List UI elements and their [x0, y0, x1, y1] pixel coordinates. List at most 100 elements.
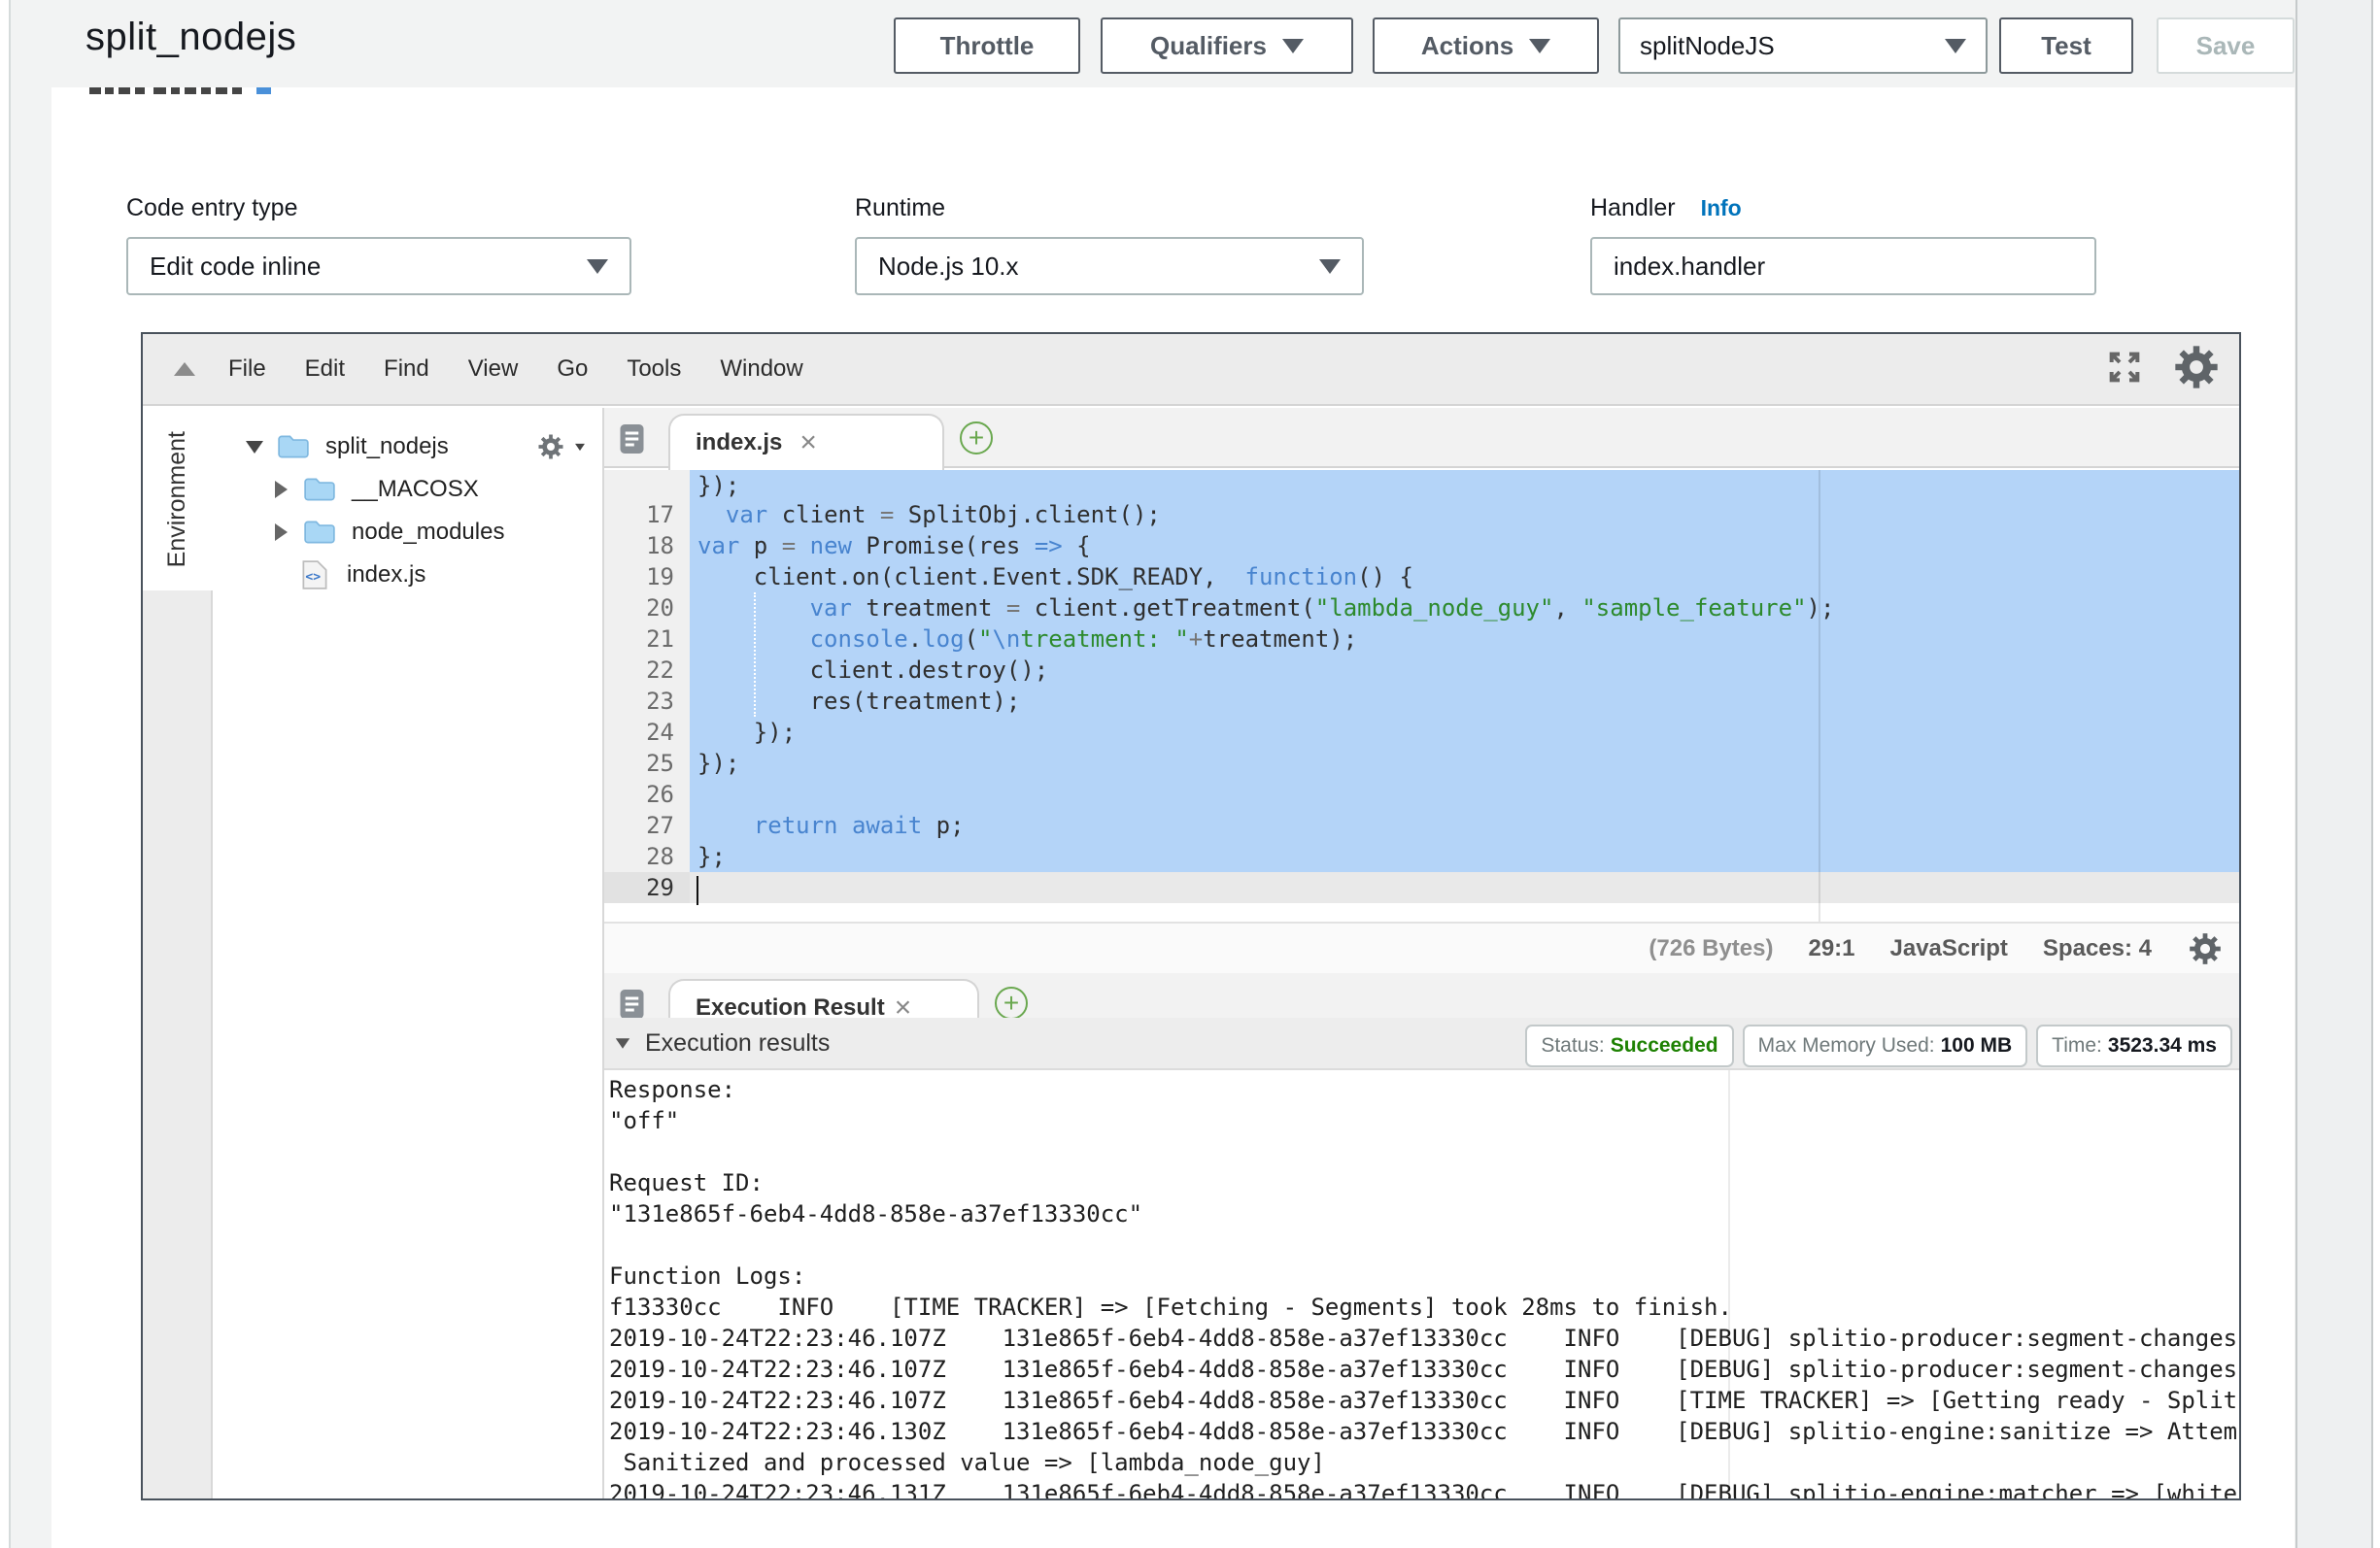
result-line: [604, 1229, 2239, 1261]
code-line-23: 23 res(treatment);: [604, 686, 2239, 717]
cursor-position[interactable]: 29:1: [1808, 935, 1854, 962]
tab-index-js-label: index.js: [696, 429, 782, 456]
caret-right-icon[interactable]: [275, 523, 288, 541]
folder-icon: [277, 433, 310, 460]
execution-results-title: Execution results: [645, 1029, 830, 1058]
save-label: Save: [2196, 31, 2256, 61]
indent-guide: [754, 592, 756, 717]
svg-text:<>: <>: [305, 570, 321, 585]
code-line-21: 21 console.log("\ntreatment: "+treatment…: [604, 623, 2239, 655]
execution-badges: Status:SucceededMax Memory Used:100 MBTi…: [1525, 1025, 2232, 1067]
js-file-icon: <>: [300, 559, 329, 590]
page-left-border: [9, 0, 11, 1548]
code-editor-window: FileEditFindViewGoToolsWindow: [141, 332, 2241, 1500]
tree-root-split_nodejs[interactable]: split_nodejs: [215, 425, 602, 468]
environment-tab[interactable]: Environment: [143, 408, 213, 590]
tree-item-index.js[interactable]: <>index.js: [215, 554, 602, 596]
tree-item-node_modules[interactable]: node_modules: [215, 511, 602, 554]
code-line-29: 29: [604, 872, 2239, 903]
code-line-20: 20 var treatment = client.getTreatment("…: [604, 592, 2239, 623]
caret-down-icon: [1529, 39, 1550, 53]
execution-results-output[interactable]: Response:"off" Request ID:"131e865f-6eb4-…: [604, 1070, 2239, 1498]
code-area[interactable]: });17 var client = SplitObj.client();18v…: [604, 470, 2239, 920]
result-line: Request ID:: [604, 1167, 2239, 1198]
tree-item-__MACOSX[interactable]: __MACOSX: [215, 468, 602, 511]
statusbar-gear-icon[interactable]: [2187, 930, 2224, 967]
qualifiers-label: Qualifiers: [1150, 31, 1267, 61]
code-line-25: 25});: [604, 748, 2239, 779]
result-line: Function Logs:: [604, 1261, 2239, 1292]
code-entry-type-select[interactable]: Edit code inline: [126, 237, 631, 295]
code-line-24: 24 });: [604, 717, 2239, 748]
test-label: Test: [2041, 31, 2091, 61]
menu-edit[interactable]: Edit: [286, 355, 364, 383]
handler-value: index.handler: [1614, 252, 1765, 282]
code-entry-type-value: Edit code inline: [150, 252, 321, 282]
caret-down-icon: [1282, 39, 1304, 53]
save-button-disabled[interactable]: Save: [2157, 17, 2295, 74]
test-event-selected-value: splitNodeJS: [1640, 31, 1775, 61]
menu-view[interactable]: View: [449, 355, 538, 383]
result-line: 2019-10-24T22:23:46.107Z 131e865f-6eb4-4…: [604, 1354, 2239, 1385]
page-scrollbar[interactable]: [2295, 0, 2373, 1548]
test-event-select[interactable]: splitNodeJS: [1618, 17, 1988, 74]
tree-gear-icon[interactable]: [536, 432, 565, 461]
runtime-select[interactable]: Node.js 10.x: [855, 237, 1364, 295]
caret-down-icon: [1945, 39, 1966, 53]
code-line-18: 18var p = new Promise(res => {: [604, 530, 2239, 561]
code-line-27: 27 return await p;: [604, 810, 2239, 841]
close-icon[interactable]: ×: [799, 428, 817, 457]
caret-down-icon[interactable]: [575, 443, 585, 450]
file-tree: split_nodejs__MACOSXnode_modules<>index.…: [215, 408, 602, 1498]
code-line-28: 28};: [604, 841, 2239, 872]
actions-label: Actions: [1421, 31, 1513, 61]
editor-settings-gear-icon[interactable]: [2171, 342, 2222, 392]
menu-tools[interactable]: Tools: [607, 355, 700, 383]
tab-index-js[interactable]: index.js ×: [668, 414, 944, 470]
editor-statusbar: (726 Bytes) 29:1 JavaScript Spaces: 4: [604, 922, 2239, 973]
result-line: "off": [604, 1105, 2239, 1136]
new-tab-plus-icon[interactable]: +: [995, 987, 1028, 1020]
handler-input[interactable]: index.handler: [1590, 237, 2096, 295]
result-line: 2019-10-24T22:23:46.130Z 131e865f-6eb4-4…: [604, 1416, 2239, 1447]
caret-down-icon[interactable]: [246, 441, 263, 454]
environment-tab-label: Environment: [163, 431, 191, 567]
indentation-setting[interactable]: Spaces: 4: [2043, 935, 2152, 962]
doc-list-icon[interactable]: [616, 421, 651, 456]
menu-go[interactable]: Go: [537, 355, 607, 383]
execution-results-header: Execution results Status:SucceededMax Me…: [604, 1018, 2239, 1070]
badge-maxmemoryused: Max Memory Used:100 MB: [1743, 1025, 2028, 1067]
result-line: Response:: [604, 1074, 2239, 1105]
caret-right-icon[interactable]: [275, 481, 288, 498]
qualifiers-button[interactable]: Qualifiers: [1101, 17, 1353, 74]
caret-down-icon: [587, 259, 608, 274]
code-entry-type-label: Code entry type: [126, 194, 298, 222]
code-line-17: 17 var client = SplitObj.client();: [604, 499, 2239, 530]
result-line: 2019-10-24T22:23:46.107Z 131e865f-6eb4-4…: [604, 1385, 2239, 1416]
new-tab-plus-icon[interactable]: +: [960, 421, 993, 454]
test-button[interactable]: Test: [1999, 17, 2133, 74]
handler-info-link[interactable]: Info: [1701, 195, 1742, 221]
result-line: f13330cc INFO [TIME TRACKER] => [Fetchin…: [604, 1292, 2239, 1323]
result-line: "131e865f-6eb4-4dd8-858e-a37ef13330cc": [604, 1198, 2239, 1229]
result-line: 2019-10-24T22:23:46.107Z 131e865f-6eb4-4…: [604, 1323, 2239, 1354]
fullscreen-icon[interactable]: [2105, 348, 2144, 387]
actions-button[interactable]: Actions: [1373, 17, 1599, 74]
result-line: Sanitized and processed value => [lambda…: [604, 1447, 2239, 1478]
menu-file[interactable]: File: [209, 355, 286, 383]
folder-icon: [303, 519, 336, 546]
code-line-19: 19 client.on(client.Event.SDK_READY, fun…: [604, 561, 2239, 592]
code-line-clipped: });: [604, 470, 2239, 499]
collapse-panel-icon[interactable]: [174, 362, 195, 376]
collapse-results-icon[interactable]: [616, 1038, 629, 1048]
doc-list-icon[interactable]: [616, 987, 651, 1022]
throttle-button[interactable]: Throttle: [894, 17, 1080, 74]
print-margin: [1728, 1070, 1730, 1498]
handler-label: Handler Info: [1590, 194, 1742, 222]
caret-down-icon: [1319, 259, 1341, 274]
runtime-label: Runtime: [855, 194, 945, 222]
menu-window[interactable]: Window: [700, 355, 822, 383]
syntax-mode[interactable]: JavaScript: [1890, 935, 2008, 962]
throttle-label: Throttle: [940, 31, 1035, 61]
menu-find[interactable]: Find: [364, 355, 449, 383]
